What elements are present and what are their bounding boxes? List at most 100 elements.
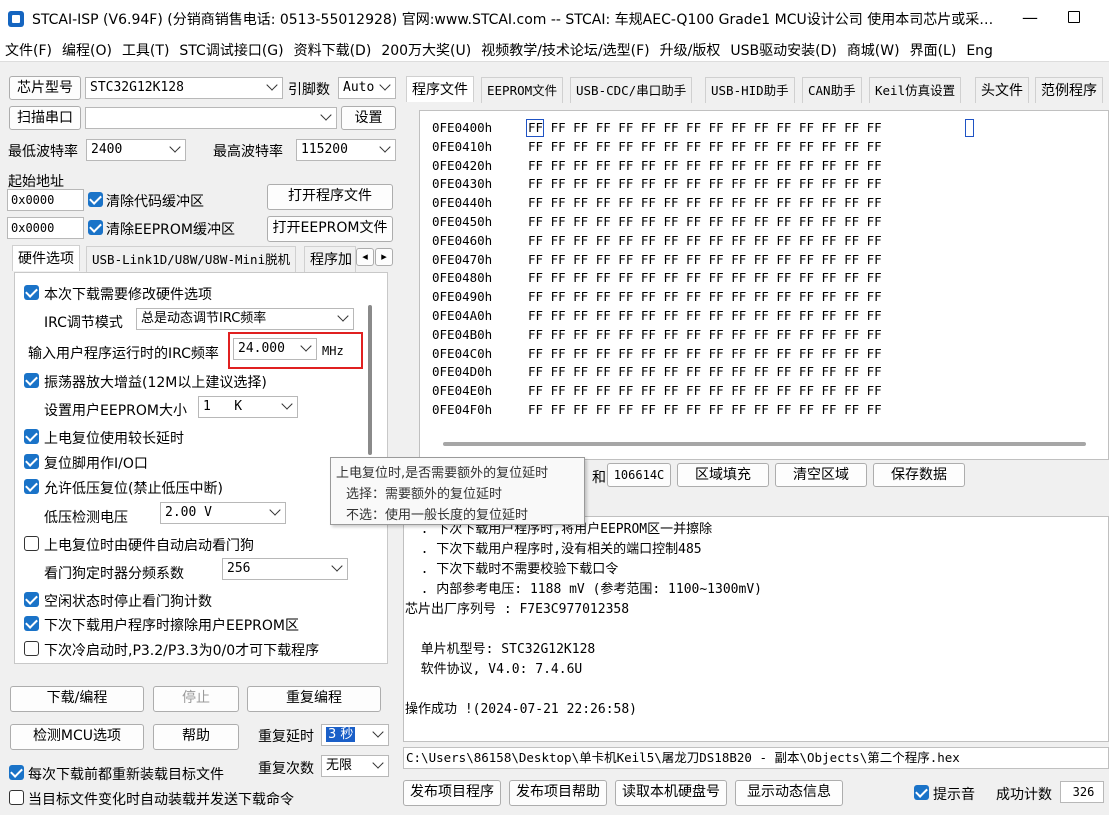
clear-region-button[interactable]: 清空区域 (775, 463, 867, 487)
erase-eeprom-checkbox[interactable] (24, 616, 39, 631)
tab-keil-debug[interactable]: Keil仿真设置 (869, 77, 962, 103)
eeprom-size-value: 1 K (203, 399, 243, 414)
tab-can[interactable]: CAN助手 (802, 77, 862, 103)
min-baud-select[interactable]: 2400 (86, 139, 186, 161)
checksum-value: 106614C (607, 463, 671, 487)
maximize-button[interactable] (1068, 11, 1080, 23)
settings-button[interactable]: 设置 (341, 106, 396, 130)
erase-eeprom-label: 下次下载用户程序时擦除用户EEPROM区 (44, 618, 299, 634)
open-program-file-button[interactable]: 打开程序文件 (267, 184, 393, 210)
scan-port-button[interactable]: 扫描串口 (9, 106, 81, 130)
save-data-button[interactable]: 保存数据 (873, 463, 965, 487)
tab-scroll-left-button[interactable]: ◂ (356, 248, 374, 266)
tooltip-line-unselect: 不选：使用一般长度的复位延时 (346, 508, 529, 523)
modify-hw-checkbox[interactable] (24, 285, 39, 300)
hex-row: 0FE0460h FF FF FF FF FF FF FF FF FF FF FF… (432, 233, 882, 248)
chevron-down-icon (337, 310, 349, 322)
chevron-down-icon (269, 504, 281, 516)
hex-bytes: FF FF FF FF FF FF FF FF FF FF FF FF FF F… (528, 383, 882, 399)
stop-button[interactable]: 停止 (153, 686, 239, 712)
osc-gain-checkbox[interactable] (24, 373, 39, 388)
eeprom-start-address-input[interactable]: 0x0000 (7, 217, 84, 239)
menu-program[interactable]: 编程(O) (57, 36, 117, 61)
menu-usb-driver[interactable]: USB驱动安装(D) (725, 36, 841, 61)
panel-scrollbar[interactable] (368, 305, 372, 455)
tab-program-encrypt[interactable]: 程序加 (304, 246, 356, 272)
lvd-voltage-select[interactable]: 2.00 V (160, 502, 286, 524)
hex-row: 0FE04B0h FF FF FF FF FF FF FF FF FF FF FF… (432, 327, 882, 342)
reload-file-checkbox[interactable] (9, 765, 24, 780)
cold-boot-checkbox[interactable] (24, 641, 39, 656)
minimize-button[interactable]: — (1020, 8, 1040, 28)
tab-usb-cdc[interactable]: USB-CDC/串口助手 (570, 77, 693, 103)
eeprom-size-select[interactable]: 1 K (198, 396, 298, 418)
hex-row: 0FE0450h FF FF FF FF FF FF FF FF FF FF FF… (432, 214, 882, 229)
menu-prize[interactable]: 200万大奖(U) (376, 36, 476, 61)
repeat-program-button[interactable]: 重复编程 (247, 686, 381, 712)
menu-tools[interactable]: 工具(T) (117, 36, 174, 61)
pin-count-select[interactable]: Auto (338, 77, 396, 99)
irc-frequency-label: 输入用户程序运行时的IRC频率 (28, 346, 219, 362)
log-line: . 下次下载用户程序时,没有相关的端口控制485 (405, 542, 702, 557)
irc-mode-label: IRC调节模式 (44, 315, 123, 331)
hex-row: 0FE0480h FF FF FF FF FF FF FF FF FF FF FF… (432, 270, 882, 285)
wdt-auto-checkbox[interactable] (24, 536, 39, 551)
hex-address: 0FE0440h (432, 195, 493, 211)
region-fill-button[interactable]: 区域填充 (677, 463, 769, 487)
tab-scroll-right-button[interactable]: ▸ (375, 248, 393, 266)
menu-upgrade[interactable]: 升级/版权 (655, 36, 726, 61)
lvd-reset-checkbox[interactable] (24, 479, 39, 494)
menu-debug[interactable]: STC调试接口(G) (174, 36, 288, 61)
tab-examples[interactable]: 范例程序 (1035, 77, 1103, 103)
idle-stop-wdt-checkbox[interactable] (24, 592, 39, 607)
open-eeprom-file-button[interactable]: 打开EEPROM文件 (267, 216, 393, 242)
tab-eeprom-file[interactable]: EEPROM文件 (481, 77, 564, 103)
tab-header-file[interactable]: 头文件 (975, 77, 1029, 103)
irc-mode-select[interactable]: 总是动态调节IRC频率 (136, 308, 354, 330)
chevron-down-icon (281, 398, 293, 410)
read-disk-id-button[interactable]: 读取本机硬盘号 (615, 780, 727, 806)
clear-code-checkbox[interactable] (88, 192, 103, 207)
checksum-label: 和 (592, 470, 606, 486)
beep-checkbox[interactable] (914, 785, 929, 800)
download-program-button[interactable]: 下载/编程 (10, 686, 144, 712)
chip-model-select[interactable]: STC32G12K128 (85, 77, 283, 99)
chip-model-button[interactable]: 芯片型号 (9, 76, 81, 100)
menu-store[interactable]: 商城(W) (842, 36, 905, 61)
auto-send-label: 当目标文件变化时自动装载并发送下载命令 (28, 792, 294, 808)
tab-usb-hid[interactable]: USB-HID助手 (705, 77, 795, 103)
file-path-field[interactable]: C:\Users\86158\Desktop\单卡机Keil5\屠龙刀DS18B… (403, 747, 1109, 769)
hex-row: 0FE0490h FF FF FF FF FF FF FF FF FF FF FF… (432, 289, 882, 304)
idle-stop-wdt-label: 空闲状态时停止看门狗计数 (44, 594, 212, 610)
auto-send-checkbox[interactable] (9, 790, 24, 805)
menu-video[interactable]: 视频教学/技术论坛/选型(F) (476, 36, 654, 61)
publish-help-button[interactable]: 发布项目帮助 (509, 780, 607, 806)
menu-interface[interactable]: 界面(L) (905, 36, 962, 61)
clear-eeprom-label: 清除EEPROM缓冲区 (106, 222, 235, 238)
hex-bytes: FF FF FF FF FF FF FF FF FF FF FF FF FF F… (528, 345, 882, 361)
tab-usb-link[interactable]: USB-Link1D/U8W/U8W-Mini脱机 (86, 246, 297, 272)
menu-file[interactable]: 文件(F) (0, 36, 57, 61)
tab-hardware-options[interactable]: 硬件选项 (12, 245, 80, 271)
menu-download[interactable]: 资料下载(D) (289, 36, 377, 61)
min-baud-label: 最低波特率 (8, 144, 78, 160)
clear-eeprom-checkbox[interactable] (88, 220, 103, 235)
reset-pin-io-checkbox[interactable] (24, 454, 39, 469)
wdt-divider-select[interactable]: 256 (222, 558, 348, 580)
repeat-count-select[interactable]: 无限 (321, 755, 389, 777)
tab-program-file[interactable]: 程序文件 (406, 76, 474, 102)
max-baud-select[interactable]: 115200 (296, 139, 396, 161)
hex-horizontal-scrollbar[interactable] (443, 442, 1086, 446)
hex-row: 0FE0470h FF FF FF FF FF FF FF FF FF FF FF… (432, 252, 882, 267)
reset-pin-io-label: 复位脚用作I/O口 (44, 456, 148, 472)
port-select[interactable] (85, 107, 337, 129)
repeat-delay-select[interactable]: 3 秒 (321, 724, 389, 746)
publish-project-button[interactable]: 发布项目程序 (403, 780, 501, 806)
code-start-address-input[interactable]: 0x0000 (7, 189, 84, 211)
long-reset-delay-checkbox[interactable] (24, 429, 39, 444)
repeat-delay-value: 3 秒 (326, 727, 356, 742)
menu-english[interactable]: Eng (961, 39, 998, 61)
show-dynamic-info-button[interactable]: 显示动态信息 (735, 780, 843, 806)
check-mcu-button[interactable]: 检测MCU选项 (10, 724, 144, 750)
help-button[interactable]: 帮助 (153, 724, 239, 750)
